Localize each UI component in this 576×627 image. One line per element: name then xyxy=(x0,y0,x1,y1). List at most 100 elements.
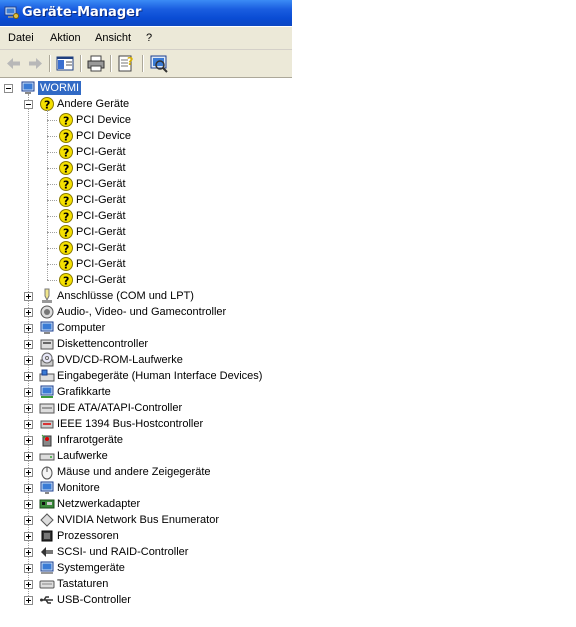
tree-category[interactable]: IEEE 1394 Bus-Hostcontroller xyxy=(0,416,292,432)
expand-icon[interactable] xyxy=(24,324,33,333)
warning-question-icon: ? xyxy=(59,193,73,208)
computer-icon xyxy=(40,321,54,334)
tree-device-unknown[interactable]: ? PCI-Gerät xyxy=(0,176,292,192)
port-icon xyxy=(42,288,52,303)
tree-device-unknown[interactable]: ? PCI Device xyxy=(0,128,292,144)
infrared-icon xyxy=(41,434,52,447)
tree-device-unknown[interactable]: ? PCI-Gerät xyxy=(0,272,292,288)
tree-category-label: Systemgeräte xyxy=(57,562,125,574)
tree-category[interactable]: Audio-, Video- und Gamecontroller xyxy=(0,304,292,320)
expand-icon[interactable] xyxy=(24,388,33,397)
tree-device-unknown[interactable]: ? PCI Device xyxy=(0,112,292,128)
menu-aktion[interactable]: Aktion xyxy=(50,32,81,44)
tree-device-unknown[interactable]: ? PCI-Gerät xyxy=(0,160,292,176)
tree-device-label: PCI-Gerät xyxy=(76,162,126,174)
tree-category[interactable]: Tastaturen xyxy=(0,576,292,592)
menu-ansicht[interactable]: Ansicht xyxy=(95,32,131,44)
warning-question-icon: ? xyxy=(59,273,73,288)
tree-category[interactable]: Computer xyxy=(0,320,292,336)
collapse-icon[interactable] xyxy=(4,84,13,93)
tree-root[interactable]: WORMI xyxy=(0,80,292,96)
show-hide-console-tree-icon[interactable] xyxy=(54,53,76,74)
menu-help[interactable]: ? xyxy=(146,32,152,44)
tree-category[interactable]: SCSI- und RAID-Controller xyxy=(0,544,292,560)
expand-icon[interactable] xyxy=(24,420,33,429)
tree-category[interactable]: Eingabegeräte (Human Interface Devices) xyxy=(0,368,292,384)
warning-question-icon: ? xyxy=(59,113,73,128)
tree-category[interactable]: Infrarotgeräte xyxy=(0,432,292,448)
tree-connector xyxy=(47,232,57,233)
svg-text:?: ? xyxy=(63,131,69,144)
svg-text:?: ? xyxy=(63,147,69,160)
tree-category-label: Mäuse und andere Zeigegeräte xyxy=(57,466,211,478)
tree-category-label: Prozessoren xyxy=(57,530,119,542)
svg-text:?: ? xyxy=(63,243,69,256)
print-icon[interactable] xyxy=(85,53,107,74)
tree-device-label: PCI-Gerät xyxy=(76,194,126,206)
tree-device-unknown[interactable]: ? PCI-Gerät xyxy=(0,192,292,208)
tree-category[interactable]: NVIDIA Network Bus Enumerator xyxy=(0,512,292,528)
tree-category[interactable]: Mäuse und andere Zeigegeräte xyxy=(0,464,292,480)
expand-icon[interactable] xyxy=(24,564,33,573)
tree-category-label: SCSI- und RAID-Controller xyxy=(57,546,189,558)
tree-category-other-devices[interactable]: ? Andere Geräte xyxy=(0,96,292,112)
cdrom-icon xyxy=(40,352,54,367)
tree-category[interactable]: Systemgeräte xyxy=(0,560,292,576)
computer-icon xyxy=(21,81,35,94)
tree-device-label: PCI-Gerät xyxy=(76,178,126,190)
properties-icon[interactable]: ? xyxy=(115,53,137,74)
tree-device-label: PCI-Gerät xyxy=(76,242,126,254)
network-adapter-icon xyxy=(39,499,55,509)
tree-device-unknown[interactable]: ? PCI-Gerät xyxy=(0,256,292,272)
expand-icon[interactable] xyxy=(24,516,33,525)
expand-icon[interactable] xyxy=(24,308,33,317)
tree-device-unknown[interactable]: ? PCI-Gerät xyxy=(0,208,292,224)
scan-hardware-icon[interactable] xyxy=(148,53,170,74)
expand-icon[interactable] xyxy=(24,484,33,493)
toolbar-separator xyxy=(49,55,51,72)
back-arrow-icon[interactable] xyxy=(3,53,25,74)
expand-icon[interactable] xyxy=(24,468,33,477)
expand-icon[interactable] xyxy=(24,548,33,557)
tree-category[interactable]: Monitore xyxy=(0,480,292,496)
tree-category[interactable]: Netzwerkadapter xyxy=(0,496,292,512)
toolbar-separator xyxy=(110,55,112,72)
tree-category[interactable]: USB-Controller xyxy=(0,592,292,608)
tree-category[interactable]: DVD/CD-ROM-Laufwerke xyxy=(0,352,292,368)
svg-text:?: ? xyxy=(63,163,69,176)
tree-category[interactable]: Prozessoren xyxy=(0,528,292,544)
tree-device-unknown[interactable]: ? PCI-Gerät xyxy=(0,240,292,256)
tree-category-label: Tastaturen xyxy=(57,578,109,590)
device-manager-window: Geräte-Manager Datei Aktion Ansicht ? ? … xyxy=(0,0,292,627)
expand-icon[interactable] xyxy=(24,404,33,413)
tree-category[interactable]: Anschlüsse (COM und LPT) xyxy=(0,288,292,304)
tree-category[interactable]: Grafikkarte xyxy=(0,384,292,400)
tree-category[interactable]: Diskettencontroller xyxy=(0,336,292,352)
expand-icon[interactable] xyxy=(24,452,33,461)
expand-icon[interactable] xyxy=(24,532,33,541)
monitor-icon xyxy=(40,481,54,494)
expand-icon[interactable] xyxy=(24,372,33,381)
expand-icon[interactable] xyxy=(24,340,33,349)
tree-category-label: Grafikkarte xyxy=(57,386,111,398)
expand-icon[interactable] xyxy=(24,580,33,589)
tree-device-unknown[interactable]: ? PCI-Gerät xyxy=(0,224,292,240)
title-bar[interactable]: Geräte-Manager xyxy=(0,0,292,26)
warning-question-icon: ? xyxy=(59,161,73,176)
expand-icon[interactable] xyxy=(24,596,33,605)
tree-device-unknown[interactable]: ? PCI-Gerät xyxy=(0,144,292,160)
tree-connector xyxy=(47,152,57,153)
forward-arrow-icon[interactable] xyxy=(24,53,46,74)
expand-icon[interactable] xyxy=(24,500,33,509)
svg-text:?: ? xyxy=(63,227,69,240)
tree-category[interactable]: Laufwerke xyxy=(0,448,292,464)
menu-datei[interactable]: Datei xyxy=(8,32,34,44)
warning-question-icon: ? xyxy=(59,177,73,192)
expand-icon[interactable] xyxy=(24,356,33,365)
warning-question-icon: ? xyxy=(59,145,73,160)
collapse-icon[interactable] xyxy=(24,100,33,109)
tree-category[interactable]: IDE ATA/ATAPI-Controller xyxy=(0,400,292,416)
warning-question-icon: ? xyxy=(59,209,73,224)
expand-icon[interactable] xyxy=(24,436,33,445)
expand-icon[interactable] xyxy=(24,292,33,301)
